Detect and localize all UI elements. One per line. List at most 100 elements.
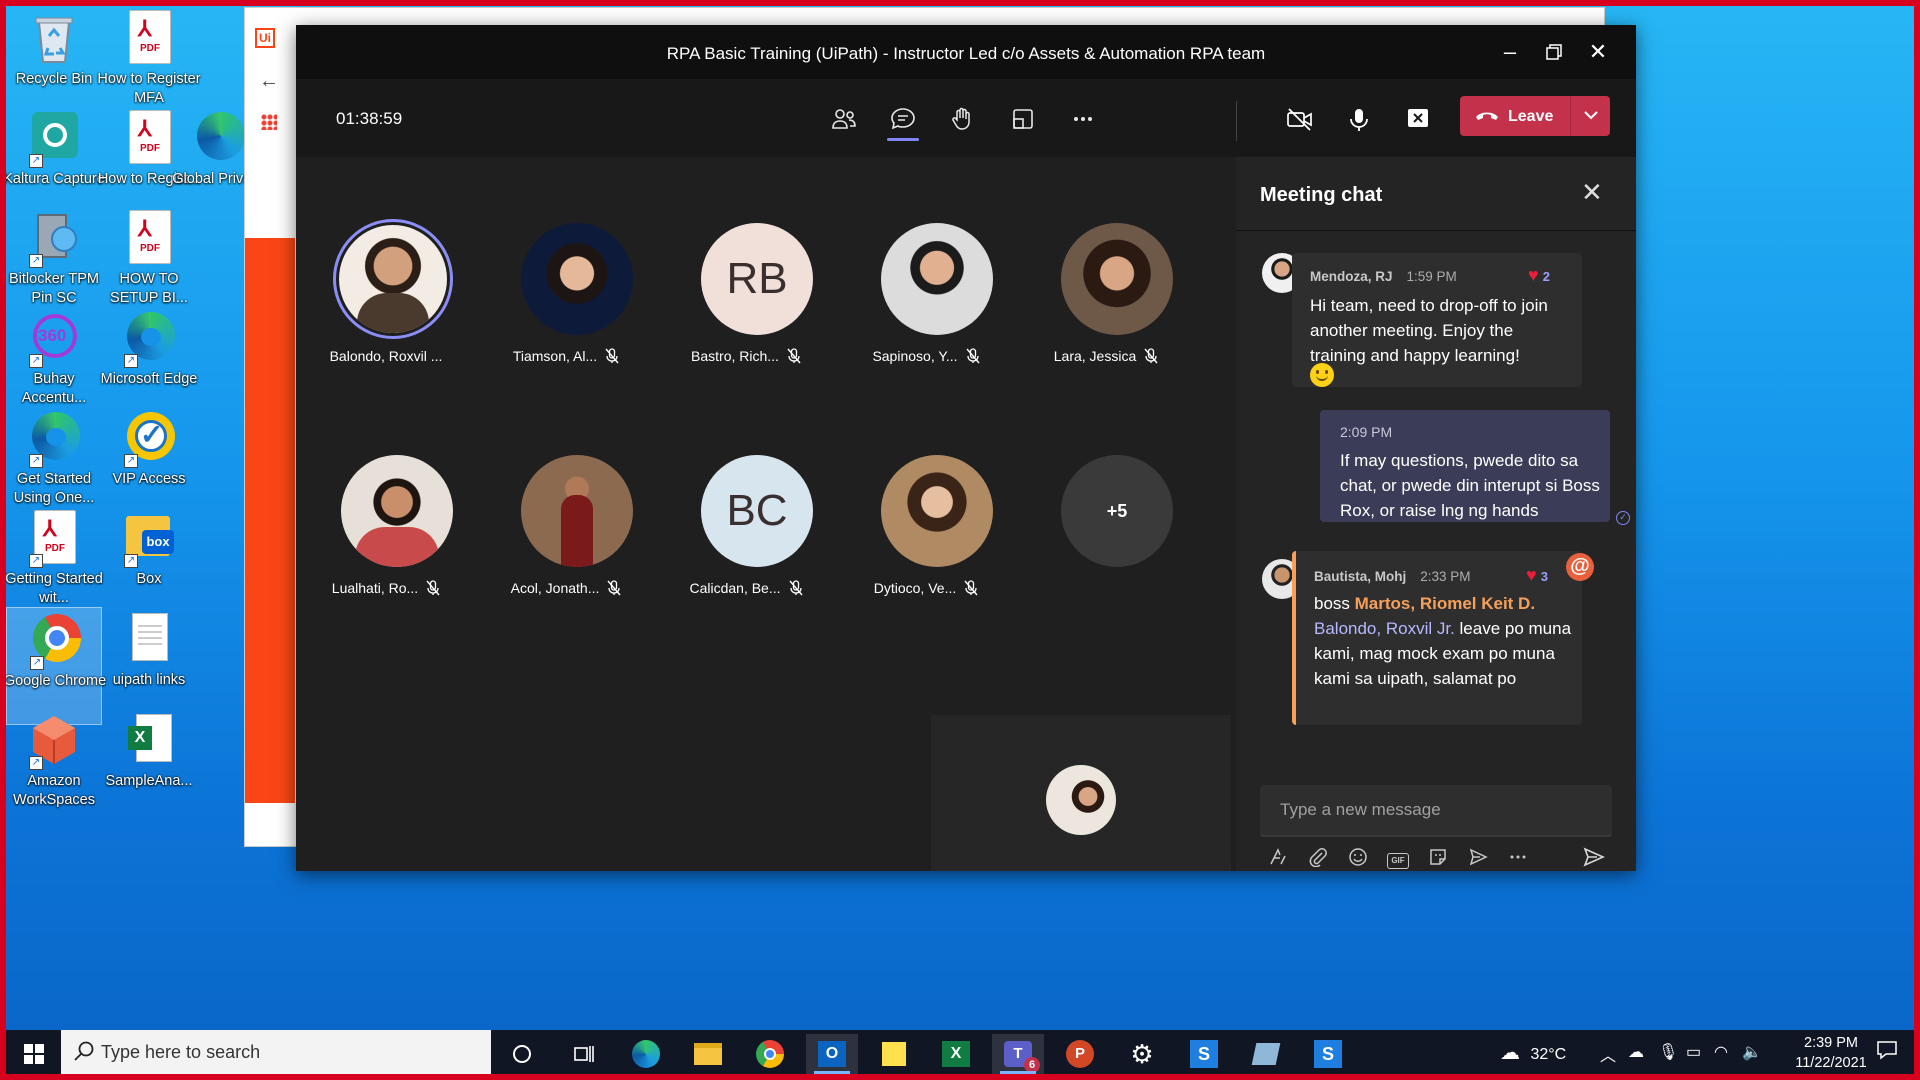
icon-label: Recycle Bin (15, 71, 93, 87)
icon-label: Kaltura Capture (6, 171, 105, 187)
restore-button[interactable] (1538, 37, 1570, 69)
microphone-tray-icon[interactable]: 🎙 (1658, 1042, 1678, 1062)
chat-message[interactable]: Bautista, Mohj 2:33 PM ♥ 3 boss Martos, Ri… (1292, 551, 1582, 725)
camera-button[interactable] (1278, 97, 1322, 141)
taskbar-outlook[interactable]: O (806, 1034, 858, 1074)
chat-button[interactable] (881, 97, 925, 141)
participant-tile[interactable]: Acol, Jonath... (476, 455, 656, 615)
heart-reaction[interactable]: ♥ 3 (1526, 565, 1548, 586)
taskbar-app-notes[interactable] (1240, 1034, 1292, 1074)
stop-share-icon (1408, 109, 1428, 127)
shortcut-arrow-icon: ↗ (124, 554, 138, 568)
more-options-icon[interactable] (1504, 847, 1532, 875)
taskbar-app-s1[interactable]: S (1178, 1034, 1230, 1074)
overflow-participants[interactable]: +5 (1016, 455, 1196, 615)
attach-icon[interactable] (1304, 847, 1332, 875)
format-icon[interactable] (1264, 847, 1292, 875)
icon-label: uipath links (112, 672, 186, 688)
leave-label: Leave (1508, 108, 1554, 125)
more-actions-button[interactable] (1061, 97, 1105, 141)
schedule-send-icon[interactable] (1464, 847, 1492, 875)
taskbar-powerpoint[interactable]: P (1054, 1034, 1106, 1074)
participant-tile[interactable]: Balondo, Roxvil ... (296, 219, 476, 383)
onedrive-icon[interactable]: ☁ (1628, 1042, 1644, 1062)
desktop-icon-sampleana[interactable]: X SampleAna... (101, 708, 197, 826)
shortcut-arrow-icon: ↗ (29, 154, 43, 168)
gif-icon[interactable]: GIF (1384, 847, 1412, 875)
show-hidden-icons-chevron-up-icon[interactable]: ︿ (1600, 1042, 1616, 1066)
notifications-icon[interactable] (1876, 1040, 1898, 1065)
icon-label: Get Started Using One... (13, 471, 95, 506)
desktop-icon-amazon-workspaces[interactable]: ↗ Amazon WorkSpaces (6, 708, 102, 826)
start-button[interactable] (8, 1034, 60, 1074)
chevron-down-icon[interactable] (1580, 104, 1602, 131)
mic-muted-icon (605, 348, 619, 367)
outlook-icon: O (818, 1041, 846, 1067)
icon-label: Google Chrome (6, 673, 107, 689)
teams-meeting-window: RPA Basic Training (UiPath) - Instructor… (296, 25, 1636, 871)
excel-icon: X (942, 1041, 970, 1067)
wifi-icon[interactable]: ◠ (1714, 1042, 1728, 1062)
participant-tile[interactable]: Dytioco, Ve... (836, 455, 1016, 615)
app-s-icon: S (1190, 1040, 1218, 1068)
participant-tile[interactable]: Sapinoso, Y... (836, 223, 1016, 383)
cortana-button[interactable] (496, 1034, 548, 1074)
minimize-button[interactable]: – (1494, 37, 1526, 69)
close-chat-icon[interactable]: ✕ (1581, 177, 1603, 208)
share-tray-button[interactable] (1396, 97, 1440, 141)
leave-button[interactable]: Leave (1460, 96, 1610, 136)
taskbar-excel[interactable]: X (930, 1034, 982, 1074)
participant-tile[interactable]: Lualhati, Ro... (296, 455, 476, 615)
message-body: Hi team, need to drop-off to join anothe… (1310, 296, 1548, 365)
participant-tile[interactable]: RB Bastro, Rich... (656, 223, 836, 383)
back-arrow-icon[interactable]: ← (259, 70, 279, 93)
chat-message[interactable]: Mendoza, RJ 1:59 PM ♥ 2 Hi team, need to d… (1292, 253, 1582, 387)
search-input[interactable] (101, 1030, 481, 1074)
meeting-toolbar: 01:38:59 Leave (296, 79, 1636, 157)
task-view-button[interactable] (558, 1034, 610, 1074)
close-window-button[interactable]: ✕ (1582, 37, 1614, 69)
microphone-button[interactable] (1337, 97, 1381, 141)
taskbar-chrome[interactable] (744, 1034, 796, 1074)
taskbar-settings[interactable]: ⚙ (1116, 1034, 1168, 1074)
avatar (341, 455, 453, 567)
taskbar-file-explorer[interactable] (682, 1034, 734, 1074)
shortcut-arrow-icon: ↗ (29, 354, 43, 368)
chrome-icon (756, 1040, 784, 1068)
participant-tile[interactable]: Lara, Jessica (1016, 223, 1196, 383)
apps-grid-icon[interactable] (261, 114, 277, 130)
sticker-icon[interactable] (1424, 847, 1452, 875)
clock[interactable]: 2:39 PM 11/22/2021 (1786, 1033, 1876, 1073)
self-view-tile[interactable] (931, 715, 1231, 871)
reactions-button[interactable] (941, 97, 985, 141)
message-compose-box[interactable] (1260, 785, 1612, 837)
amazon-workspaces-icon: ↗ (29, 712, 79, 770)
mic-muted-icon (426, 580, 440, 599)
participant-name: Acol, Jonath... (476, 580, 656, 599)
pdf-icon: ⅄ PDF (124, 110, 174, 168)
taskbar-sticky-notes[interactable] (868, 1034, 920, 1074)
heart-reaction[interactable]: ♥ 2 (1528, 265, 1550, 286)
participant-tile[interactable]: Tiamson, Al... (476, 223, 656, 383)
taskbar-search-box[interactable] (61, 1030, 491, 1074)
box-folder-icon: box ↗ (124, 510, 174, 568)
chat-message-own[interactable]: 2:09 PM If may questions, pwede dito sa … (1320, 410, 1610, 522)
battery-icon[interactable]: ▭ (1686, 1042, 1701, 1062)
message-input[interactable] (1260, 785, 1612, 835)
emoji-icon[interactable] (1344, 847, 1372, 875)
view-button[interactable] (1001, 97, 1045, 141)
layout-icon (1013, 109, 1033, 129)
chrome-icon: ↗ (30, 612, 81, 670)
taskbar-edge[interactable] (620, 1034, 672, 1074)
taskbar-teams[interactable]: T6 (992, 1034, 1044, 1074)
mic-muted-icon (607, 580, 621, 599)
taskbar-app-s2[interactable]: S (1302, 1034, 1354, 1074)
send-icon[interactable] (1580, 847, 1608, 875)
icon-label: Amazon WorkSpaces (13, 773, 95, 808)
weather-widget[interactable]: ☁ 32°C (1500, 1040, 1566, 1065)
participant-tile[interactable]: BC Calicdan, Be... (656, 455, 836, 615)
volume-icon[interactable]: 🔈 (1742, 1042, 1762, 1062)
avatar (333, 219, 453, 339)
participants-button[interactable] (822, 97, 866, 141)
cloud-sun-icon: ☁ (1500, 1042, 1520, 1064)
